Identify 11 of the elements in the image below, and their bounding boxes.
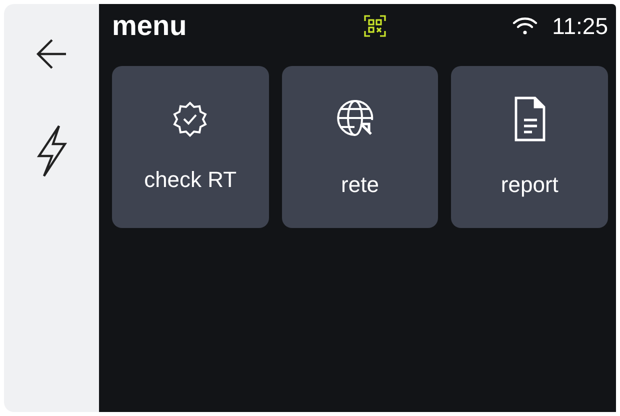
menu-tile[interactable]: rete [282, 66, 438, 228]
verified-badge-icon [172, 101, 208, 137]
clock-time: 11:25 [552, 12, 608, 40]
menu-tile[interactable]: report [451, 66, 608, 228]
screen-title: menu [112, 10, 187, 42]
document-icon [514, 96, 546, 142]
lightning-icon [34, 124, 68, 178]
wifi-icon [512, 16, 538, 36]
menu-tile[interactable]: check RT [112, 66, 269, 228]
power-button[interactable] [34, 124, 68, 178]
qr-code-icon[interactable] [364, 15, 386, 37]
